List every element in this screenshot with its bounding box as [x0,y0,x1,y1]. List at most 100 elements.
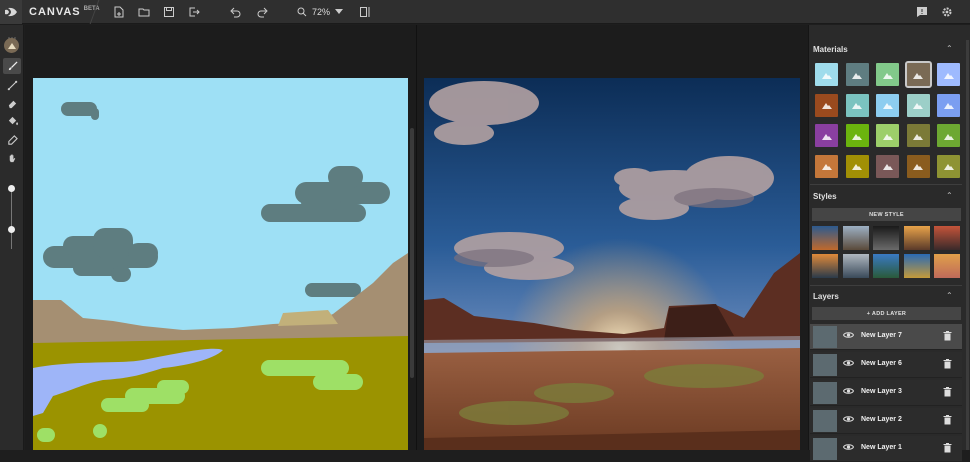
material-snow[interactable] [876,93,899,117]
redo-button[interactable] [255,4,271,20]
brush-opacity-knob[interactable] [8,226,15,233]
styles-title: Styles [813,192,837,201]
eraser-tool[interactable] [3,95,21,111]
eraser-icon [8,100,16,108]
export-button[interactable] [186,4,202,20]
tools-sidebar [0,25,24,450]
segmentation-drawing [33,78,408,450]
style-thumbnail[interactable] [812,226,838,250]
generated-landscape [424,78,800,450]
layer-row[interactable]: New Layer 6 [810,352,962,378]
settings-button[interactable] [939,4,955,20]
style-thumbnail[interactable] [842,226,869,250]
style-thumbnail[interactable] [903,226,930,250]
collapse-styles-icon[interactable]: ⌃ [946,191,953,200]
mountain-icon [913,72,923,79]
eye-icon[interactable] [843,331,854,339]
style-thumbnail[interactable] [903,254,930,278]
eyedropper-tool[interactable] [3,132,21,148]
toggle-view-button[interactable] [357,4,373,20]
material-palm[interactable] [845,154,869,178]
material-cloud[interactable] [845,63,869,86]
flower-icon [821,133,832,140]
collapse-layers-icon[interactable]: ⌃ [946,291,953,300]
trash-icon[interactable] [943,387,952,397]
dirt-icon [913,164,923,170]
material-tree[interactable] [937,124,960,147]
new-style-button[interactable]: NEW STYLE [812,208,961,221]
canvas-scrollbar[interactable] [410,128,414,378]
add-layer-button[interactable]: + ADD LAYER [812,307,961,320]
split-divider[interactable] [416,25,417,450]
open-button[interactable] [136,4,152,20]
layer-row[interactable]: New Layer 1 [810,436,962,462]
line-icon [7,80,17,90]
brush-size-knob[interactable] [8,185,15,192]
style-thumbnail[interactable] [873,254,899,278]
field-icon [882,133,893,140]
layer-row[interactable]: New Layer 2 [810,408,962,434]
material-flower[interactable] [815,124,838,147]
layer-name: New Layer 2 [861,416,902,423]
save-icon [164,7,174,17]
style-thumbnail[interactable] [842,254,869,278]
style-thumbnail[interactable] [873,226,899,250]
brush-size-slider[interactable] [11,189,12,249]
material-grass[interactable] [876,63,899,86]
collapse-materials-icon[interactable]: ⌃ [946,44,953,53]
material-mountain[interactable] [904,61,932,88]
app-name: CANVAS [29,6,81,18]
search-icon [297,7,307,17]
material-rock[interactable] [906,124,930,147]
eye-icon[interactable] [843,359,854,367]
feedback-button[interactable] [914,4,930,20]
line-tool[interactable] [3,77,21,93]
material-sand[interactable] [815,154,838,178]
sand-icon [821,164,832,170]
layer-name: New Layer 7 [861,332,902,339]
pan-tool[interactable] [3,150,21,166]
material-building[interactable] [845,93,869,117]
zoom-control[interactable]: 72% [297,4,344,20]
material-sea[interactable] [937,93,960,117]
brush-icon [8,60,18,70]
undo-button[interactable] [227,4,243,20]
zoom-value: 72% [312,7,331,17]
material-water[interactable] [937,63,960,86]
layer-row[interactable]: New Layer 7 [810,324,962,350]
segmentation-canvas[interactable] [33,78,408,450]
fill-tool[interactable] [3,113,21,129]
material-hill[interactable] [815,93,838,117]
layer-row[interactable]: New Layer 3 [810,380,962,406]
building-icon [852,103,862,109]
eye-icon[interactable] [843,387,854,395]
fog-icon [913,103,923,109]
brush-tool[interactable] [3,58,21,74]
trash-icon[interactable] [943,359,952,369]
trash-icon[interactable] [943,415,952,425]
mountain-icon [7,43,16,49]
material-gravel[interactable] [876,154,899,178]
material-field[interactable] [876,124,899,147]
fill-bucket-icon [8,116,18,125]
material-swatch[interactable] [4,38,19,53]
trash-icon[interactable] [943,443,952,453]
trash-icon[interactable] [943,331,952,341]
material-fog[interactable] [906,93,930,117]
tree-icon [943,133,954,140]
style-thumbnail[interactable] [934,226,960,250]
eye-icon[interactable] [843,415,854,423]
snow-icon [882,103,893,109]
material-bush[interactable] [845,124,869,147]
layer-thumbnail [813,382,837,404]
new-file-button[interactable] [111,4,127,20]
caret-down-icon [335,9,344,14]
layer-thumbnail [813,354,837,376]
style-thumbnail[interactable] [812,254,838,278]
material-pillar[interactable] [937,154,960,178]
style-thumbnail[interactable] [934,254,960,278]
panel-scrollbar[interactable] [966,40,969,450]
material-sky[interactable] [815,63,838,86]
save-button[interactable] [161,4,177,20]
material-dirt[interactable] [906,154,930,178]
